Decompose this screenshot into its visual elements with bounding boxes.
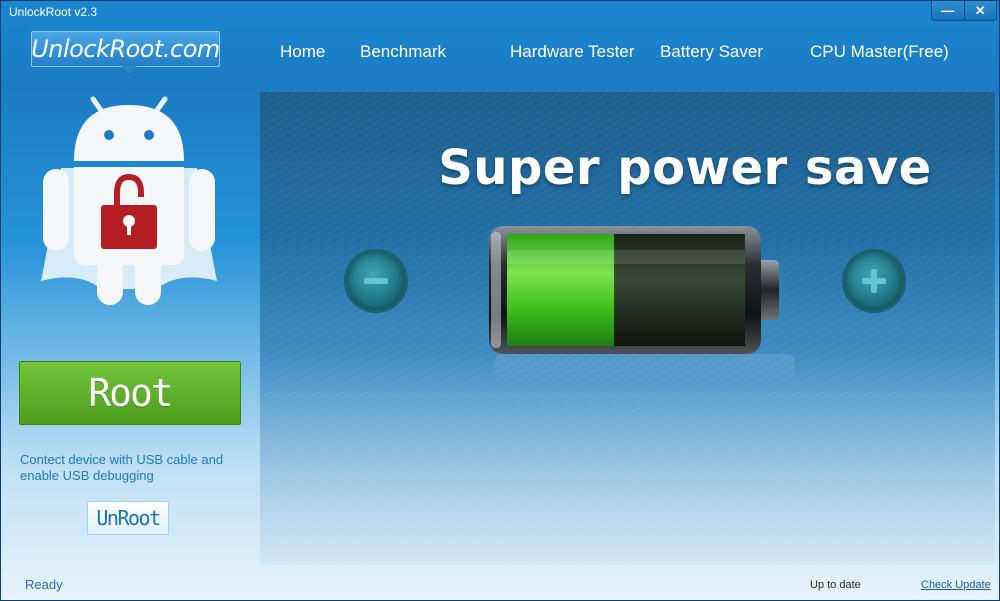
unroot-button[interactable]: UnRoot — [87, 501, 169, 535]
minus-icon — [364, 278, 388, 284]
nav-battery-saver[interactable]: Battery Saver — [660, 42, 763, 62]
app-window: UnlockRoot v2.3 — ✕ UnlockRoot.com Home … — [0, 0, 1000, 601]
title-bar[interactable]: UnlockRoot v2.3 — ✕ — [1, 1, 999, 23]
app-logo[interactable]: UnlockRoot.com — [31, 31, 220, 67]
battery-icon — [489, 226, 779, 354]
root-button[interactable]: Root — [19, 361, 241, 425]
usb-instructions: Contect device with USB cable and enable… — [20, 452, 224, 483]
nav-benchmark[interactable]: Benchmark — [360, 42, 446, 62]
decrease-button[interactable] — [344, 249, 408, 313]
window-controls: — ✕ — [931, 1, 997, 21]
nav-hardware-tester[interactable]: Hardware Tester — [510, 42, 634, 62]
close-icon: ✕ — [974, 2, 986, 18]
plus-icon — [862, 269, 886, 293]
android-lock-icon — [41, 96, 217, 305]
increase-button[interactable] — [842, 249, 906, 313]
window-title: UnlockRoot v2.3 — [9, 5, 98, 19]
battery-reflection — [495, 354, 795, 384]
battery-saver-panel: Super power save — [260, 92, 995, 565]
status-text: Ready — [25, 577, 63, 592]
nav-cpu-master[interactable]: CPU Master(Free) — [810, 42, 949, 62]
logo-pointer — [121, 66, 137, 74]
panel-title: Super power save — [438, 140, 932, 196]
check-update-link[interactable]: Check Update — [921, 579, 991, 591]
nav-home[interactable]: Home — [280, 42, 325, 62]
close-button[interactable]: ✕ — [963, 1, 996, 20]
update-status: Up to date — [810, 579, 861, 591]
minimize-button[interactable]: — — [932, 1, 964, 20]
minimize-icon: — — [941, 3, 955, 18]
